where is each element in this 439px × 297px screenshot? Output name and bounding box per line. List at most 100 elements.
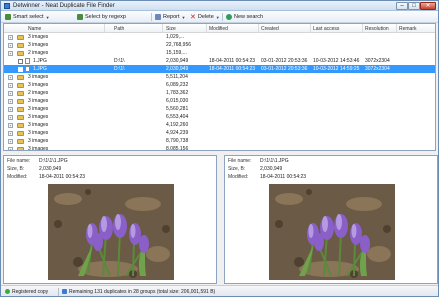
group-name: 3 images xyxy=(28,138,49,144)
file-row[interactable]: 1.JPG D:\1\ 2,030,949 18-04-2011 00:54:23 03… xyxy=(4,65,435,73)
column-divider[interactable] xyxy=(206,24,207,33)
preview-panel-left: File name: D:\1\1\1.JPG Size, B: 2,030,949… xyxy=(3,155,217,284)
file-name-row: File name: D:\1\1\1.JPG xyxy=(228,158,289,164)
folder-icon xyxy=(17,98,24,104)
file-name: 1.JPG xyxy=(33,58,47,64)
group-row[interactable]: +3 images 1,029,... xyxy=(4,33,435,41)
expand-icon[interactable]: + xyxy=(8,34,13,40)
group-size: 5,511,204 xyxy=(166,74,188,80)
file-created: 03-01-2012 20:53:36 xyxy=(261,58,308,64)
col-created[interactable]: Created xyxy=(261,26,279,32)
col-path[interactable]: Path xyxy=(114,26,124,32)
column-divider[interactable] xyxy=(396,24,397,33)
group-row[interactable]: +3 images 6,015,030 xyxy=(4,97,435,105)
toolbar-separator xyxy=(151,13,152,21)
folder-icon xyxy=(17,138,24,144)
group-size: 6,015,030 xyxy=(166,98,189,104)
column-divider[interactable] xyxy=(258,24,259,33)
col-resolution[interactable]: Resolution xyxy=(365,26,389,32)
column-divider[interactable] xyxy=(362,24,363,33)
duplicates-list[interactable]: Name Path Size Modified Created Last acc… xyxy=(3,23,436,151)
file-path: D:\1\ xyxy=(114,66,125,72)
file-created: 03-01-2012 20:53:36 xyxy=(261,66,308,72)
col-modified[interactable]: Modified xyxy=(209,26,228,32)
group-name: 3 images xyxy=(28,106,49,112)
folder-icon xyxy=(17,130,24,136)
smart-select-button[interactable]: Smart select ▼ xyxy=(5,13,50,21)
report-label: Report xyxy=(163,14,180,20)
group-row[interactable]: +3 images 5,511,204 xyxy=(4,73,435,81)
column-divider[interactable] xyxy=(310,24,311,33)
file-resolution: 3072x2304 xyxy=(365,58,390,64)
group-size: 6,553,404 xyxy=(166,114,189,120)
select-checkbox[interactable] xyxy=(18,66,23,72)
folder-icon xyxy=(17,34,24,40)
expand-icon[interactable]: + xyxy=(8,98,13,104)
file-last-access: 10-03-2012 14:59:25 xyxy=(313,66,360,72)
file-name-row: File name: D:\1\1\1.JPG xyxy=(7,158,68,164)
app-window: Detwinner - Neat Duplicate File Finder –… xyxy=(0,0,439,297)
expand-icon[interactable]: + xyxy=(8,138,13,144)
group-row[interactable]: +3 images 4,924,239 xyxy=(4,129,435,137)
file-last-access: 10-03-2012 14:53:46 xyxy=(313,58,360,64)
expand-icon[interactable]: + xyxy=(8,106,13,112)
status-separator xyxy=(58,288,59,296)
chevron-down-icon: ▼ xyxy=(215,14,220,20)
file-size-label: Size, B: xyxy=(7,166,25,172)
expand-icon[interactable]: + xyxy=(8,50,13,56)
group-row[interactable]: +3 images 5,560,281 xyxy=(4,105,435,113)
expand-icon[interactable]: + xyxy=(8,74,13,80)
minimize-button[interactable]: – xyxy=(396,2,408,10)
group-name: 3 images xyxy=(28,74,49,80)
window-title: Detwinner - Neat Duplicate File Finder xyxy=(13,2,115,9)
new-search-button[interactable]: New search xyxy=(226,13,263,21)
file-modified-label: Modified: xyxy=(7,174,28,180)
group-row[interactable]: +3 images 6,089,232 xyxy=(4,81,435,89)
col-last-access[interactable]: Last access xyxy=(313,26,339,32)
file-size-row: Size, B: 2,030,949 xyxy=(228,166,282,172)
group-row[interactable]: +3 images 4,192,260 xyxy=(4,121,435,129)
file-size-row: Size, B: 2,030,949 xyxy=(7,166,61,172)
group-row[interactable]: +3 images 6,553,404 xyxy=(4,113,435,121)
file-name-label: File name: xyxy=(7,158,31,164)
close-button[interactable]: ✕ xyxy=(420,2,436,10)
maximize-button[interactable]: □ xyxy=(408,2,420,10)
expand-icon[interactable]: + xyxy=(8,82,13,88)
group-row[interactable]: +2 images 15,159,... xyxy=(4,49,435,57)
select-checkbox[interactable] xyxy=(18,58,23,64)
expand-icon[interactable]: + xyxy=(8,122,13,128)
col-name[interactable]: Name xyxy=(28,26,41,32)
select-by-regexp-button[interactable]: Select by regexp xyxy=(77,13,126,21)
group-row[interactable]: +2 images 1,783,362 xyxy=(4,89,435,97)
file-path: D:\1\ xyxy=(114,58,125,64)
delete-button[interactable]: ✕ Delete ▼ xyxy=(190,13,220,21)
group-name: 2 images xyxy=(28,50,49,56)
group-name: 3 images xyxy=(28,82,49,88)
report-icon xyxy=(155,14,161,20)
file-size-label: Size, B: xyxy=(228,166,246,172)
registered-status: Registered copy xyxy=(5,289,48,295)
report-button[interactable]: Report ▼ xyxy=(155,13,185,21)
expand-icon[interactable]: + xyxy=(8,90,13,96)
column-divider[interactable] xyxy=(162,24,163,33)
image-preview xyxy=(48,184,174,280)
group-name: 3 images xyxy=(28,34,49,40)
expand-icon[interactable]: + xyxy=(8,130,13,136)
col-remark[interactable]: Remark xyxy=(399,26,417,32)
col-size[interactable]: Size xyxy=(166,26,176,32)
new-search-label: New search xyxy=(234,14,264,20)
file-name-value: D:\1\1\1.JPG xyxy=(260,158,289,164)
expand-icon[interactable]: + xyxy=(8,114,13,120)
new-search-icon xyxy=(226,14,232,20)
status-bar: Registered copy Remaining 131 duplicates… xyxy=(1,285,438,296)
group-row[interactable]: +3 images 8,790,738 xyxy=(4,137,435,145)
file-row[interactable]: 1.JPG D:\1\ 2,030,949 18-04-2011 00:54:23 03… xyxy=(4,57,435,65)
expand-icon[interactable]: + xyxy=(8,42,13,48)
file-modified-row: Modified: 18-04-2011 00:54:23 xyxy=(228,174,306,180)
group-size: 15,159,... xyxy=(166,50,187,56)
crocus-photo-image xyxy=(48,184,174,280)
file-name-label: File name: xyxy=(228,158,252,164)
folder-icon xyxy=(17,114,24,120)
column-divider[interactable] xyxy=(104,24,105,33)
group-row[interactable]: +3 images 22,768,956 xyxy=(4,41,435,49)
